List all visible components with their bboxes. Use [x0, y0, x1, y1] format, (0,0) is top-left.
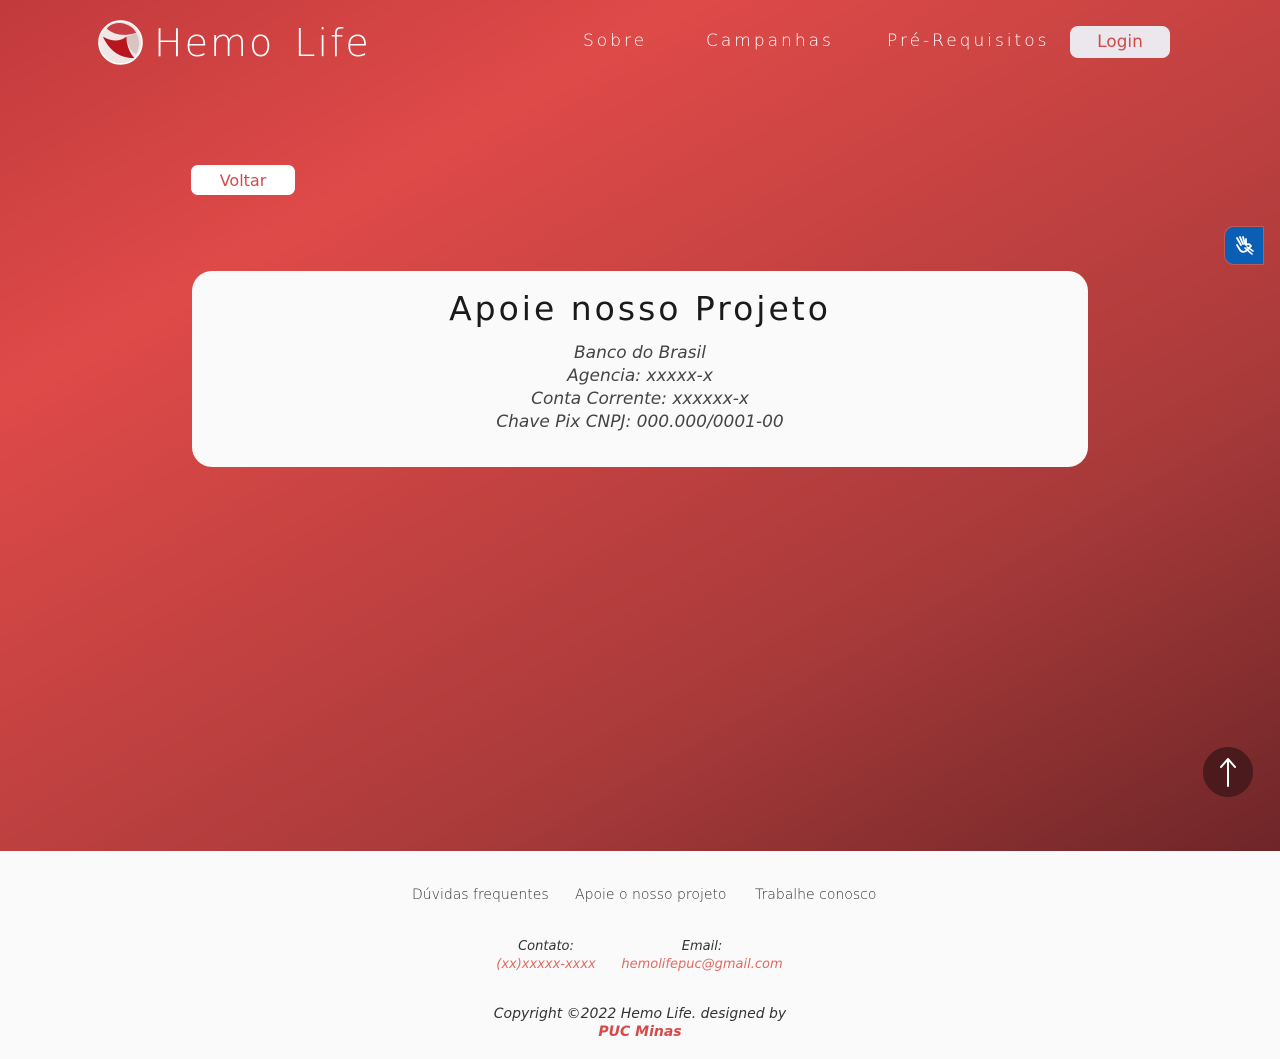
bank-agency: Agencia: xxxxx-x	[567, 366, 713, 386]
footer-contact: Contato: (xx)xxxxx-xxxx	[496, 938, 596, 974]
sign-language-icon	[1236, 235, 1254, 255]
email-label: Email:	[681, 939, 723, 954]
bank-name: Banco do Brasil	[574, 343, 706, 363]
footer-link-support[interactable]: Apoie o nosso projeto	[575, 887, 727, 903]
support-card: Apoie nosso Projeto Banco do Brasil Agen…	[192, 271, 1088, 467]
back-button[interactable]: Voltar	[191, 165, 295, 195]
nav-link-sobre[interactable]: Sobre	[583, 31, 647, 51]
bank-info: Banco do Brasil Agencia: xxxxx-x Conta C…	[192, 342, 1088, 434]
logo[interactable]: Hemo Life	[97, 19, 371, 66]
hero-background: Hemo Life Sobre Campanhas Pré-Requisitos…	[0, 0, 1280, 851]
nav-link-campanhas[interactable]: Campanhas	[706, 31, 834, 51]
logo-text: Hemo Life	[154, 20, 371, 65]
footer: Dúvidas frequentes Apoie o nosso projeto…	[0, 851, 1280, 1059]
email-link[interactable]: hemolifepuc@gmail.com	[620, 956, 784, 974]
login-button[interactable]: Login	[1070, 26, 1170, 58]
designer-link[interactable]: PUC Minas	[0, 1023, 1280, 1041]
contact-phone[interactable]: (xx)xxxxx-xxxx	[496, 956, 596, 974]
pix-key: Chave Pix CNPJ: 000.000/0001-00	[496, 412, 784, 432]
scroll-top-button[interactable]	[1203, 747, 1253, 797]
footer-link-faq[interactable]: Dúvidas frequentes	[412, 887, 549, 903]
footer-email: Email: hemolifepuc@gmail.com	[620, 938, 784, 974]
blood-drop-logo-icon	[98, 20, 143, 65]
arrow-up-icon	[1220, 758, 1236, 787]
support-card-title: Apoie nosso Projeto	[449, 289, 831, 328]
nav-link-pre-requisitos[interactable]: Pré-Requisitos	[887, 31, 1049, 51]
accessibility-button[interactable]	[1225, 227, 1263, 264]
contact-label: Contato:	[518, 939, 574, 954]
copyright: Copyright ©2022 Hemo Life. designed by P…	[0, 1005, 1280, 1041]
copyright-text: Copyright ©2022 Hemo Life. designed by	[493, 1006, 787, 1022]
footer-link-careers[interactable]: Trabalhe conosco	[755, 887, 876, 903]
bank-account: Conta Corrente: xxxxxx-x	[531, 389, 749, 409]
